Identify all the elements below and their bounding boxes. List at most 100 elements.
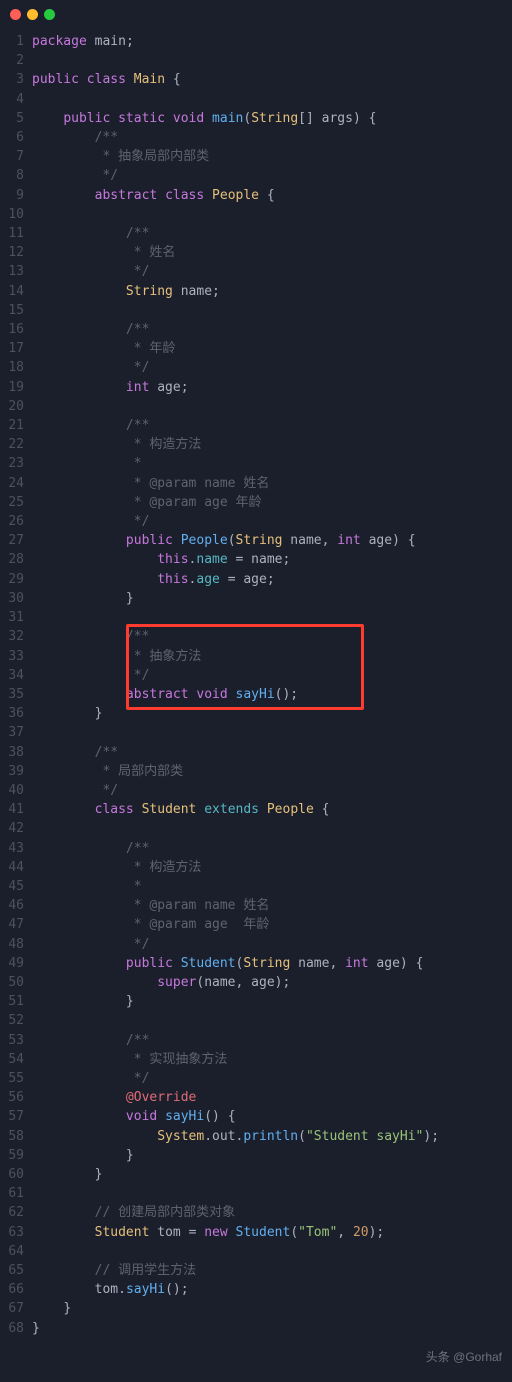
line-number: 19 — [0, 378, 32, 397]
code-line: 67 } — [0, 1299, 512, 1318]
code-line: 29 this.age = age; — [0, 570, 512, 589]
line-content: } — [32, 1319, 512, 1338]
code-line: 5 public static void main(String[] args)… — [0, 109, 512, 128]
line-number: 17 — [0, 339, 32, 358]
line-number: 8 — [0, 166, 32, 185]
line-number: 31 — [0, 608, 32, 627]
line-number: 10 — [0, 205, 32, 224]
code-line: 1package main; — [0, 32, 512, 51]
code-line: 32 /** — [0, 627, 512, 646]
line-content: System.out.println("Student sayHi"); — [32, 1127, 512, 1146]
line-number: 67 — [0, 1299, 32, 1318]
line-content: /** — [32, 627, 512, 646]
code-line: 30 } — [0, 589, 512, 608]
line-number: 32 — [0, 627, 32, 646]
code-line: 47 * @param age 年龄 — [0, 915, 512, 934]
line-content: * @param age 年龄 — [32, 493, 512, 512]
line-number: 7 — [0, 147, 32, 166]
line-number: 36 — [0, 704, 32, 723]
minimize-icon[interactable] — [27, 9, 38, 20]
code-line: 46 * @param name 姓名 — [0, 896, 512, 915]
line-content — [32, 723, 512, 742]
line-content: abstract class People { — [32, 186, 512, 205]
line-number: 46 — [0, 896, 32, 915]
line-number: 66 — [0, 1280, 32, 1299]
code-window: 1package main;2 3public class Main {4 5 … — [0, 0, 512, 1344]
code-line: 21 /** — [0, 416, 512, 435]
line-number: 29 — [0, 570, 32, 589]
line-content: /** — [32, 839, 512, 858]
line-content: public People(String name, int age) { — [32, 531, 512, 550]
line-content: } — [32, 1165, 512, 1184]
code-line: 43 /** — [0, 839, 512, 858]
code-line: 15 — [0, 301, 512, 320]
line-number: 11 — [0, 224, 32, 243]
line-content: * 构造方法 — [32, 858, 512, 877]
line-content: public static void main(String[] args) { — [32, 109, 512, 128]
line-content — [32, 90, 512, 109]
line-number: 18 — [0, 358, 32, 377]
code-line: 65 // 调用学生方法 — [0, 1261, 512, 1280]
code-line: 45 * — [0, 877, 512, 896]
line-content: * 局部内部类 — [32, 762, 512, 781]
code-line: 26 */ — [0, 512, 512, 531]
code-line: 14 String name; — [0, 282, 512, 301]
code-line: 55 */ — [0, 1069, 512, 1088]
line-number: 26 — [0, 512, 32, 531]
code-line: 50 super(name, age); — [0, 973, 512, 992]
line-number: 3 — [0, 70, 32, 89]
line-content — [32, 819, 512, 838]
code-line: 64 — [0, 1242, 512, 1261]
line-number: 24 — [0, 474, 32, 493]
line-number: 48 — [0, 935, 32, 954]
line-content: */ — [32, 512, 512, 531]
line-number: 43 — [0, 839, 32, 858]
line-content: * 构造方法 — [32, 435, 512, 454]
line-content: /** — [32, 320, 512, 339]
line-content: this.name = name; — [32, 550, 512, 569]
line-number: 21 — [0, 416, 32, 435]
code-line: 8 */ — [0, 166, 512, 185]
code-line: 58 System.out.println("Student sayHi"); — [0, 1127, 512, 1146]
line-content: */ — [32, 781, 512, 800]
code-line: 63 Student tom = new Student("Tom", 20); — [0, 1223, 512, 1242]
line-number: 51 — [0, 992, 32, 1011]
line-number: 9 — [0, 186, 32, 205]
line-number: 39 — [0, 762, 32, 781]
zoom-icon[interactable] — [44, 9, 55, 20]
code-line: 25 * @param age 年龄 — [0, 493, 512, 512]
code-line: 7 * 抽象局部内部类 — [0, 147, 512, 166]
line-content: /** — [32, 1031, 512, 1050]
line-content: */ — [32, 358, 512, 377]
line-number: 60 — [0, 1165, 32, 1184]
line-content: package main; — [32, 32, 512, 51]
line-number: 6 — [0, 128, 32, 147]
code-line: 6 /** — [0, 128, 512, 147]
line-content: /** — [32, 224, 512, 243]
line-number: 28 — [0, 550, 32, 569]
code-line: 23 * — [0, 454, 512, 473]
code-line: 37 — [0, 723, 512, 742]
code-line: 49 public Student(String name, int age) … — [0, 954, 512, 973]
line-number: 33 — [0, 647, 32, 666]
code-line: 31 — [0, 608, 512, 627]
line-number: 5 — [0, 109, 32, 128]
code-line: 62 // 创建局部内部类对象 — [0, 1203, 512, 1222]
code-line: 39 * 局部内部类 — [0, 762, 512, 781]
line-content: * 抽象方法 — [32, 647, 512, 666]
line-number: 38 — [0, 743, 32, 762]
line-content: */ — [32, 666, 512, 685]
line-content: * 抽象局部内部类 — [32, 147, 512, 166]
close-icon[interactable] — [10, 9, 21, 20]
code-line: 48 */ — [0, 935, 512, 954]
line-content: * 年龄 — [32, 339, 512, 358]
line-number: 61 — [0, 1184, 32, 1203]
code-line: 42 — [0, 819, 512, 838]
code-line: 36 } — [0, 704, 512, 723]
line-number: 44 — [0, 858, 32, 877]
code-line: 44 * 构造方法 — [0, 858, 512, 877]
line-number: 14 — [0, 282, 32, 301]
line-content: /** — [32, 416, 512, 435]
line-number: 25 — [0, 493, 32, 512]
code-line: 66 tom.sayHi(); — [0, 1280, 512, 1299]
